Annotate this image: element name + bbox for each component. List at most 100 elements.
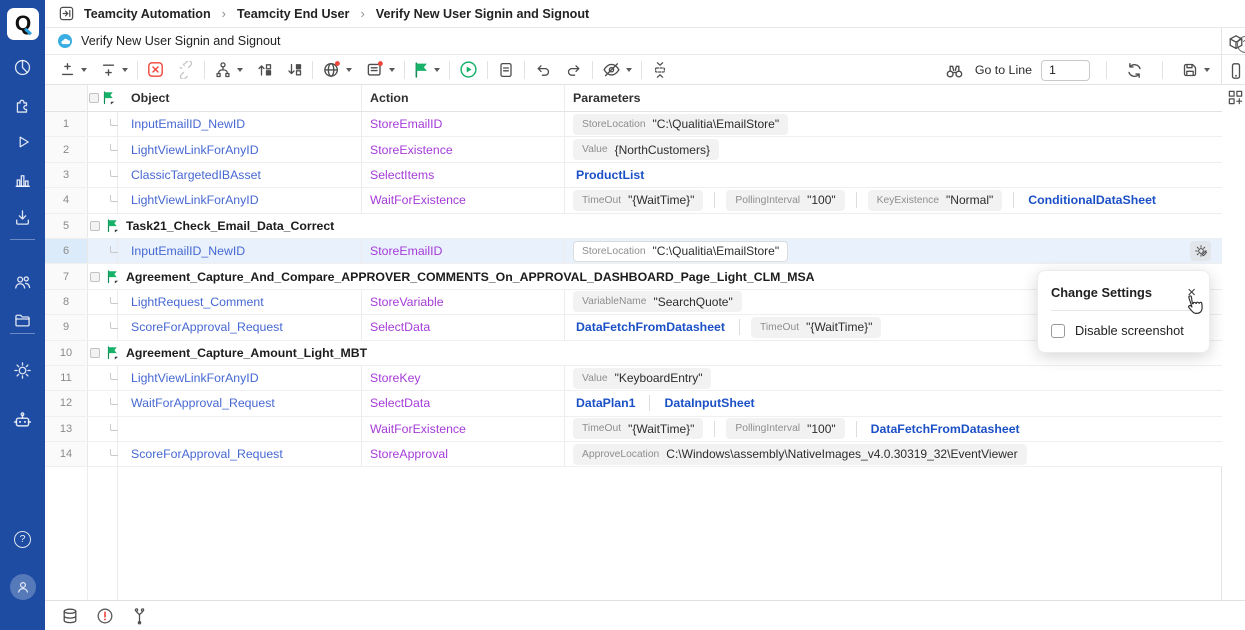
unlink-button[interactable] — [175, 59, 197, 81]
action-link[interactable]: StoreEmailID — [370, 244, 442, 258]
sidebar-item-execute[interactable] — [0, 130, 45, 154]
param-chip[interactable]: ApproveLocationC:\Windows\assembly\Nativ… — [573, 444, 1027, 465]
action-link[interactable]: SelectData — [370, 396, 430, 410]
move-step-down-button[interactable] — [284, 59, 305, 81]
object-link[interactable]: ScoreForApproval_Request — [131, 320, 283, 334]
row-checkbox[interactable] — [90, 348, 100, 358]
param-datasheet-link[interactable]: DataFetchFromDatasheet — [573, 320, 728, 334]
sidebar-item-projects[interactable] — [0, 308, 45, 332]
go-to-line-input[interactable] — [1041, 60, 1090, 81]
step-row[interactable]: 1InputEmailID_NewIDStoreEmailIDStoreLoca… — [45, 112, 1222, 137]
run-button[interactable] — [457, 59, 480, 81]
datasheet-panel-button[interactable] — [61, 607, 79, 625]
object-link[interactable]: InputEmailID_NewID — [131, 117, 245, 131]
object-link[interactable]: LightViewLinkForAnyID — [131, 371, 259, 385]
delete-step-button[interactable] — [145, 59, 166, 81]
task-title[interactable]: Task21_Check_Email_Data_Correct — [126, 219, 334, 233]
param-chip[interactable]: Value"KeyboardEntry" — [573, 368, 711, 389]
object-link[interactable]: ScoreForApproval_Request — [131, 447, 283, 461]
hide-steps-button[interactable] — [600, 59, 634, 81]
step-row[interactable]: 6InputEmailID_NewIDStoreEmailIDStoreLoca… — [45, 239, 1222, 264]
undo-button[interactable] — [532, 59, 554, 81]
row-settings-button[interactable] — [1190, 241, 1211, 261]
breadcrumb-item-project[interactable]: Teamcity Automation — [84, 7, 211, 21]
action-link[interactable]: SelectData — [370, 320, 430, 334]
select-all-checkbox[interactable] — [89, 93, 99, 103]
param-chip[interactable]: StoreLocation"C:\Qualitia\EmailStore" — [573, 114, 788, 135]
param-chip[interactable]: TimeOut"{WaitTime}" — [751, 317, 881, 338]
save-button[interactable] — [1179, 59, 1212, 81]
action-link[interactable]: WaitForExistence — [370, 422, 466, 436]
breadcrumb-item-suite[interactable]: Teamcity End User — [237, 7, 349, 21]
step-row[interactable]: 13WaitForExistenceTimeOut"{WaitTime}"Pol… — [45, 417, 1222, 442]
sidebar-item-users[interactable] — [0, 270, 45, 294]
flow-condition-button[interactable] — [212, 59, 245, 81]
param-chip[interactable]: PollingInterval"100" — [726, 418, 844, 439]
web-objects-button[interactable] — [320, 59, 354, 81]
object-link[interactable]: LightViewLinkForAnyID — [131, 143, 259, 157]
step-row[interactable]: 12WaitForApproval_RequestSelectDataDataP… — [45, 391, 1222, 416]
sidebar-item-bot[interactable] — [0, 408, 45, 432]
errors-panel-button[interactable] — [96, 607, 114, 625]
param-datasheet-link[interactable]: ConditionalDataSheet — [1025, 193, 1159, 207]
param-chip[interactable]: VariableName"SearchQuote" — [573, 291, 742, 312]
task-row[interactable]: 5Task21_Check_Email_Data_Correct — [45, 214, 1222, 239]
action-link[interactable]: StoreEmailID — [370, 117, 442, 131]
sidebar-help-button[interactable]: ? — [0, 527, 45, 551]
action-link[interactable]: StoreExistence — [370, 143, 453, 157]
action-link[interactable]: StoreApproval — [370, 447, 448, 461]
action-link[interactable]: WaitForExistence — [370, 193, 466, 207]
row-checkbox[interactable] — [90, 221, 100, 231]
step-row[interactable]: 4LightViewLinkForAnyIDWaitForExistenceTi… — [45, 188, 1222, 213]
object-link[interactable]: LightRequest_Comment — [131, 295, 264, 309]
step-row[interactable]: 2LightViewLinkForAnyIDStoreExistenceValu… — [45, 137, 1222, 162]
task-title[interactable]: Agreement_Capture_Amount_Light_MBT — [126, 346, 367, 360]
param-datasheet-link[interactable]: DataFetchFromDatasheet — [868, 422, 1023, 436]
sidebar-user-avatar[interactable] — [0, 575, 45, 599]
action-link[interactable]: StoreKey — [370, 371, 421, 385]
sidebar-item-dashboard[interactable] — [0, 55, 45, 79]
param-chip[interactable]: StoreLocation"C:\Qualitia\EmailStore" — [573, 241, 788, 262]
object-link[interactable]: ClassicTargetedIBAsset — [131, 168, 261, 182]
app-logo[interactable]: Q — [7, 8, 39, 40]
find-button[interactable] — [943, 59, 966, 81]
redo-button[interactable] — [563, 59, 585, 81]
param-chip[interactable]: KeyExistence"Normal" — [868, 190, 1003, 211]
column-header-parameters[interactable]: Parameters — [573, 91, 641, 105]
add-column-button[interactable] — [1226, 88, 1245, 107]
sidebar-item-reports[interactable] — [0, 168, 45, 192]
action-link[interactable]: StoreVariable — [370, 295, 444, 309]
step-row[interactable]: 14ScoreForApproval_RequestStoreApprovalA… — [45, 442, 1222, 467]
param-chip[interactable]: TimeOut"{WaitTime}" — [573, 418, 703, 439]
collapse-all-button[interactable] — [649, 59, 671, 81]
object-link[interactable]: LightViewLinkForAnyID — [131, 193, 259, 207]
param-chip[interactable]: TimeOut"{WaitTime}" — [573, 190, 703, 211]
breadcrumb-item-current[interactable]: Verify New User Signin and Signout — [376, 7, 589, 21]
version-history-button[interactable] — [131, 607, 148, 625]
row-checkbox[interactable] — [90, 272, 100, 282]
object-link[interactable]: WaitForApproval_Request — [131, 396, 275, 410]
column-header-object[interactable]: Object — [131, 91, 170, 105]
mobile-view-button[interactable] — [1226, 61, 1245, 80]
form-view-button[interactable] — [495, 59, 517, 81]
sidebar-item-settings[interactable] — [0, 358, 45, 382]
param-datasheet-link[interactable]: ProductList — [573, 168, 647, 182]
param-datasheet-link[interactable]: DataInputSheet — [661, 396, 757, 410]
sync-button[interactable] — [1123, 59, 1146, 81]
param-datasheet-link[interactable]: DataPlan1 — [573, 396, 638, 410]
add-step-above-button[interactable] — [57, 59, 89, 81]
task-title[interactable]: Agreement_Capture_And_Compare_APPROVER_C… — [126, 270, 815, 284]
sidebar-item-components[interactable] — [0, 93, 45, 117]
object-spy-button[interactable] — [1226, 33, 1245, 52]
flag-button[interactable] — [412, 59, 442, 81]
param-chip[interactable]: Value{NorthCustomers} — [573, 139, 719, 160]
disable-screenshot-checkbox[interactable] — [1051, 324, 1065, 338]
column-header-action[interactable]: Action — [370, 91, 409, 105]
close-icon[interactable]: × — [1187, 285, 1196, 300]
add-step-below-button[interactable] — [98, 59, 130, 81]
datasheet-button[interactable] — [363, 59, 397, 81]
action-link[interactable]: SelectItems — [370, 168, 434, 182]
param-chip[interactable]: PollingInterval"100" — [726, 190, 844, 211]
move-step-up-button[interactable] — [254, 59, 275, 81]
step-row[interactable]: 11LightViewLinkForAnyIDStoreKeyValue"Key… — [45, 366, 1222, 391]
